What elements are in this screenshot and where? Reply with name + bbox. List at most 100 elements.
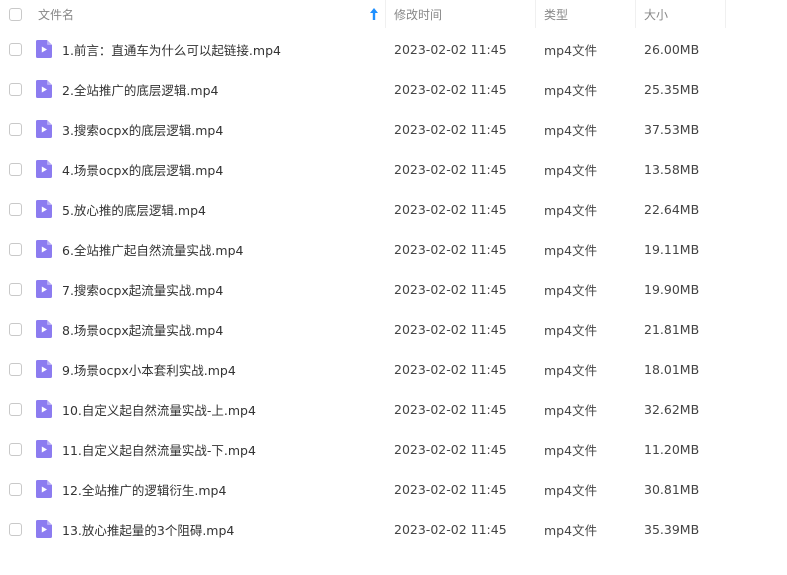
row-checkbox[interactable] bbox=[8, 282, 22, 296]
file-name-cell[interactable]: 3.搜索ocpx的底层逻辑.mp4 bbox=[30, 109, 386, 149]
file-row[interactable]: 11.自定义起自然流量实战-下.mp4 2023-02-02 11:45 mp4… bbox=[0, 429, 787, 469]
row-checkbox[interactable] bbox=[8, 482, 22, 496]
row-check-cell bbox=[0, 429, 30, 469]
select-all-checkbox[interactable] bbox=[8, 7, 22, 21]
video-file-icon bbox=[36, 480, 52, 498]
video-file-icon bbox=[36, 40, 52, 58]
row-checkbox[interactable] bbox=[8, 242, 22, 256]
file-name-cell[interactable]: 11.自定义起自然流量实战-下.mp4 bbox=[30, 429, 386, 469]
row-checkbox[interactable] bbox=[8, 362, 22, 376]
file-row[interactable]: 9.场景ocpx小本套利实战.mp4 2023-02-02 11:45 mp4文… bbox=[0, 349, 787, 389]
file-row[interactable]: 4.场景ocpx的底层逻辑.mp4 2023-02-02 11:45 mp4文件… bbox=[0, 149, 787, 189]
row-check-cell bbox=[0, 69, 30, 109]
file-name-cell[interactable]: 1.前言：直通车为什么可以起链接.mp4 bbox=[30, 29, 386, 69]
file-row[interactable]: 8.场景ocpx起流量实战.mp4 2023-02-02 11:45 mp4文件… bbox=[0, 309, 787, 349]
file-name[interactable]: 13.放心推起量的3个阻碍.mp4 bbox=[62, 520, 234, 539]
file-name[interactable]: 10.自定义起自然流量实战-上.mp4 bbox=[62, 400, 256, 419]
column-header-type-label: 类型 bbox=[544, 7, 569, 22]
file-size: 35.39MB bbox=[644, 521, 700, 537]
row-checkbox[interactable] bbox=[8, 162, 22, 176]
row-check-cell bbox=[0, 109, 30, 149]
column-header-time[interactable]: 修改时间 bbox=[386, 0, 536, 28]
row-checkbox[interactable] bbox=[8, 402, 22, 416]
file-row[interactable]: 2.全站推广的底层逻辑.mp4 2023-02-02 11:45 mp4文件 2… bbox=[0, 69, 787, 109]
file-size: 22.64MB bbox=[644, 201, 700, 217]
video-file-icon bbox=[36, 160, 52, 178]
row-checkbox[interactable] bbox=[8, 202, 22, 216]
video-file-icon bbox=[36, 520, 52, 538]
file-size: 32.62MB bbox=[644, 401, 700, 417]
file-type: mp4文件 bbox=[544, 362, 598, 378]
row-checkbox[interactable] bbox=[8, 82, 22, 96]
file-row[interactable]: 10.自定义起自然流量实战-上.mp4 2023-02-02 11:45 mp4… bbox=[0, 389, 787, 429]
file-name[interactable]: 3.搜索ocpx的底层逻辑.mp4 bbox=[62, 120, 223, 139]
file-name-cell[interactable]: 5.放心推的底层逻辑.mp4 bbox=[30, 189, 386, 229]
file-name-cell[interactable]: 7.搜索ocpx起流量实战.mp4 bbox=[30, 269, 386, 309]
video-file-icon bbox=[36, 320, 52, 338]
file-name[interactable]: 6.全站推广起自然流量实战.mp4 bbox=[62, 240, 243, 259]
file-row[interactable]: 6.全站推广起自然流量实战.mp4 2023-02-02 11:45 mp4文件… bbox=[0, 229, 787, 269]
file-name[interactable]: 8.场景ocpx起流量实战.mp4 bbox=[62, 320, 223, 339]
file-modified-time: 2023-02-02 11:45 bbox=[394, 201, 507, 217]
file-name-cell[interactable]: 6.全站推广起自然流量实战.mp4 bbox=[30, 229, 386, 269]
file-type: mp4文件 bbox=[544, 202, 598, 218]
select-all-cell bbox=[0, 0, 30, 28]
sort-ascending-icon[interactable] bbox=[369, 7, 379, 21]
row-checkbox[interactable] bbox=[8, 42, 22, 56]
file-name-cell[interactable]: 12.全站推广的逻辑衍生.mp4 bbox=[30, 469, 386, 509]
file-name[interactable]: 11.自定义起自然流量实战-下.mp4 bbox=[62, 440, 256, 459]
file-row[interactable]: 7.搜索ocpx起流量实战.mp4 2023-02-02 11:45 mp4文件… bbox=[0, 269, 787, 309]
file-type: mp4文件 bbox=[544, 322, 598, 338]
row-check-cell bbox=[0, 469, 30, 509]
row-check-cell bbox=[0, 149, 30, 189]
file-row[interactable]: 12.全站推广的逻辑衍生.mp4 2023-02-02 11:45 mp4文件 … bbox=[0, 469, 787, 509]
file-modified-time: 2023-02-02 11:45 bbox=[394, 521, 507, 537]
video-file-icon bbox=[36, 440, 52, 458]
row-checkbox[interactable] bbox=[8, 322, 22, 336]
column-header-time-label: 修改时间 bbox=[394, 7, 443, 22]
file-list: 1.前言：直通车为什么可以起链接.mp4 2023-02-02 11:45 mp… bbox=[0, 29, 787, 549]
file-row[interactable]: 5.放心推的底层逻辑.mp4 2023-02-02 11:45 mp4文件 22… bbox=[0, 189, 787, 229]
file-name[interactable]: 12.全站推广的逻辑衍生.mp4 bbox=[62, 480, 226, 499]
file-size: 25.35MB bbox=[644, 81, 700, 97]
file-type: mp4文件 bbox=[544, 522, 598, 538]
file-type: mp4文件 bbox=[544, 82, 598, 98]
row-check-cell bbox=[0, 189, 30, 229]
row-check-cell bbox=[0, 349, 30, 389]
file-modified-time: 2023-02-02 11:45 bbox=[394, 161, 507, 177]
file-row[interactable]: 13.放心推起量的3个阻碍.mp4 2023-02-02 11:45 mp4文件… bbox=[0, 509, 787, 549]
file-row[interactable]: 3.搜索ocpx的底层逻辑.mp4 2023-02-02 11:45 mp4文件… bbox=[0, 109, 787, 149]
file-type: mp4文件 bbox=[544, 482, 598, 498]
file-name[interactable]: 7.搜索ocpx起流量实战.mp4 bbox=[62, 280, 223, 299]
file-type: mp4文件 bbox=[544, 402, 598, 418]
file-size: 21.81MB bbox=[644, 321, 700, 337]
file-name-cell[interactable]: 4.场景ocpx的底层逻辑.mp4 bbox=[30, 149, 386, 189]
file-name-cell[interactable]: 13.放心推起量的3个阻碍.mp4 bbox=[30, 509, 386, 549]
video-file-icon bbox=[36, 400, 52, 418]
file-modified-time: 2023-02-02 11:45 bbox=[394, 41, 507, 57]
file-row[interactable]: 1.前言：直通车为什么可以起链接.mp4 2023-02-02 11:45 mp… bbox=[0, 29, 787, 69]
column-header-size[interactable]: 大小 bbox=[636, 0, 726, 28]
row-checkbox[interactable] bbox=[8, 122, 22, 136]
row-checkbox[interactable] bbox=[8, 522, 22, 536]
file-name[interactable]: 2.全站推广的底层逻辑.mp4 bbox=[62, 80, 218, 99]
file-modified-time: 2023-02-02 11:45 bbox=[394, 81, 507, 97]
column-header-type[interactable]: 类型 bbox=[536, 0, 636, 28]
file-name[interactable]: 1.前言：直通车为什么可以起链接.mp4 bbox=[62, 40, 281, 59]
file-type: mp4文件 bbox=[544, 162, 598, 178]
row-checkbox[interactable] bbox=[8, 442, 22, 456]
file-name[interactable]: 9.场景ocpx小本套利实战.mp4 bbox=[62, 360, 236, 379]
video-file-icon bbox=[36, 120, 52, 138]
file-name[interactable]: 5.放心推的底层逻辑.mp4 bbox=[62, 200, 206, 219]
file-name-cell[interactable]: 9.场景ocpx小本套利实战.mp4 bbox=[30, 349, 386, 389]
file-name-cell[interactable]: 8.场景ocpx起流量实战.mp4 bbox=[30, 309, 386, 349]
file-modified-time: 2023-02-02 11:45 bbox=[394, 441, 507, 457]
row-check-cell bbox=[0, 309, 30, 349]
video-file-icon bbox=[36, 360, 52, 378]
file-name-cell[interactable]: 10.自定义起自然流量实战-上.mp4 bbox=[30, 389, 386, 429]
column-header-name[interactable]: 文件名 bbox=[30, 0, 386, 28]
video-file-icon bbox=[36, 280, 52, 298]
file-name-cell[interactable]: 2.全站推广的底层逻辑.mp4 bbox=[30, 69, 386, 109]
file-name[interactable]: 4.场景ocpx的底层逻辑.mp4 bbox=[62, 160, 223, 179]
file-size: 19.90MB bbox=[644, 281, 700, 297]
